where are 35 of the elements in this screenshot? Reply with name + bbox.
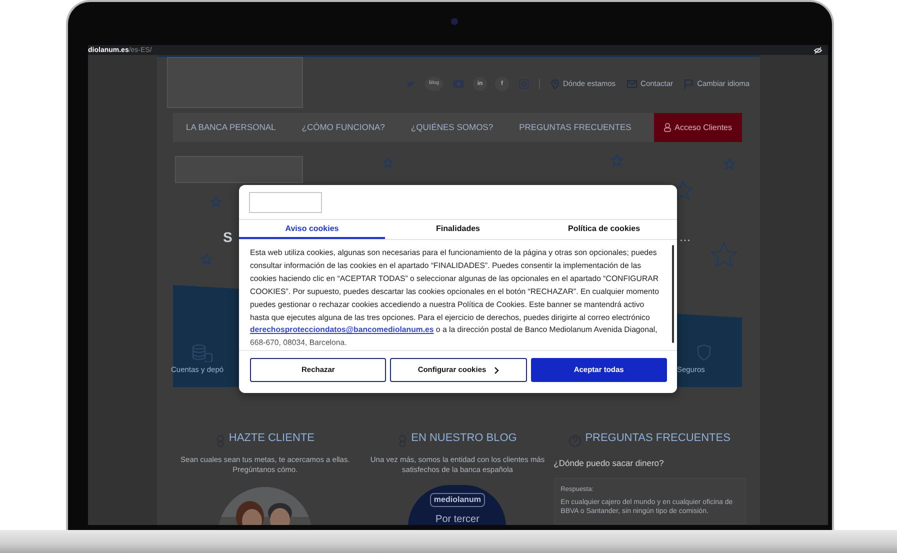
- star-icon: [673, 180, 693, 202]
- star-icon: [211, 196, 221, 208]
- nav-item[interactable]: ¿QUIÉNES SOMOS?: [398, 113, 506, 142]
- nav-item[interactable]: LA BANCA PERSONAL: [173, 113, 289, 142]
- video-icon[interactable]: [452, 80, 464, 88]
- coins-icon: [191, 344, 213, 362]
- mail-icon: [626, 79, 637, 89]
- dialog-tab[interactable]: Política de cookies: [531, 220, 677, 239]
- star-icon: [611, 154, 623, 168]
- user-icon: [664, 123, 671, 132]
- brand-text: mediolanum: [430, 492, 486, 507]
- hidden-eye-icon[interactable]: [814, 46, 822, 54]
- login-button[interactable]: Acceso Clientes: [654, 113, 742, 142]
- star-icon: [201, 253, 212, 266]
- shield-icon: [697, 344, 711, 361]
- caret-icon: [494, 366, 500, 374]
- nav-item[interactable]: ¿CÓMO FUNCIONA?: [288, 113, 398, 142]
- section-title: PREGUNTAS FRECUENTES: [585, 431, 730, 446]
- star-icon: [711, 242, 737, 270]
- dialog-tab[interactable]: Aviso cookies: [239, 220, 385, 239]
- pin-icon: [551, 79, 559, 89]
- nav-item[interactable]: PREGUNTAS FRECUENTES: [506, 113, 644, 142]
- star-icon: [724, 158, 735, 171]
- dialog-tab[interactable]: Finalidades: [385, 220, 531, 239]
- section-title: EN NUESTRO BLOG: [411, 431, 517, 446]
- heading-text: …: [679, 229, 691, 246]
- camera-icon: [451, 18, 458, 25]
- headline-text: Por tercer: [436, 512, 480, 525]
- star-icon: [383, 157, 393, 169]
- heading-text: S: [223, 228, 232, 247]
- scrollbar[interactable]: [672, 245, 674, 343]
- faq-question[interactable]: ¿Dónde puedo sacar dinero?: [554, 456, 664, 470]
- section-title: HAZTE CLIENTE: [228, 431, 314, 446]
- flag-icon: [684, 79, 694, 89]
- blog-badge[interactable]: mediolanum Por tercer: [408, 484, 506, 525]
